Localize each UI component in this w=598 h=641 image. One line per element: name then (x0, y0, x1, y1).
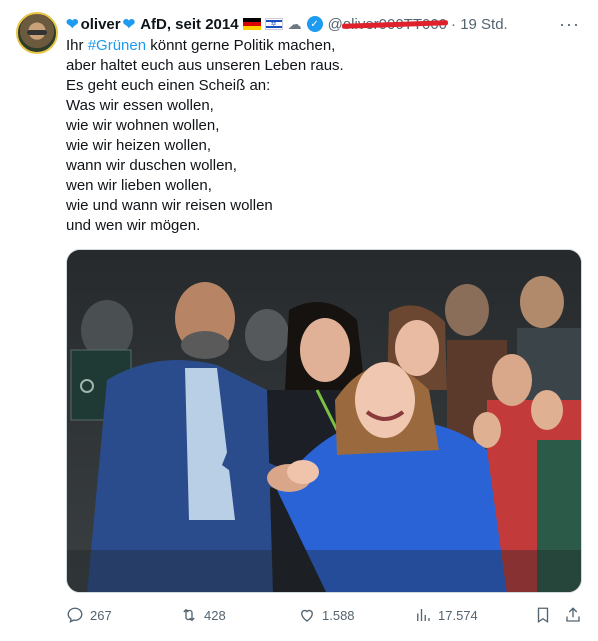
author-name[interactable]: ❤ oliver ❤ AfD, seit 2014 (66, 15, 239, 34)
share-button[interactable] (564, 604, 582, 626)
reply-button[interactable]: 267 (66, 604, 112, 626)
germany-flag-icon (242, 18, 261, 30)
text-line: Was wir essen wollen, (66, 97, 214, 114)
like-icon (301, 609, 313, 622)
hashtag-link[interactable]: #Grünen (88, 37, 146, 54)
text-line: wen wir lieben wollen, (66, 177, 212, 194)
text-line: Es geht euch einen Scheiß an: (66, 77, 271, 94)
author-handle[interactable]: @oliver000TT000 (328, 16, 448, 33)
cloud-icon: ☁ (287, 15, 302, 32)
post-timestamp[interactable]: · 19 Std. (451, 16, 508, 33)
repost-icon (183, 608, 195, 622)
israel-flag-icon: ✡ (264, 18, 283, 30)
text-line: wie und wann wir reisen wollen (66, 197, 273, 214)
bookmark-icon (537, 607, 549, 624)
post-photo[interactable] (66, 249, 582, 593)
avatar[interactable] (16, 12, 58, 54)
text-line: wann wir duschen wollen, (66, 157, 237, 174)
tweet-header: ❤ oliver ❤ AfD, seit 2014 ✡ ☁ ✓ @oliver0… (66, 14, 582, 34)
text-line: und wen wir mögen. (66, 217, 201, 234)
reply-icon (67, 607, 83, 624)
views-button[interactable]: 17.574 (414, 604, 478, 626)
verified-badge-icon[interactable]: ✓ (306, 16, 323, 32)
bookmark-button[interactable] (534, 604, 552, 626)
views-icon (417, 609, 430, 621)
blue-heart-icon: ❤ (66, 16, 79, 33)
tweet-text: Ihr #Grünen könnt gerne Politik machen, … (66, 36, 566, 236)
blue-heart-icon: ❤ (122, 16, 136, 33)
text-line: Ihr #Grünen könnt gerne Politik machen, (66, 37, 336, 54)
share-icon (566, 607, 580, 622)
tweet[interactable]: ❤ oliver ❤ AfD, seit 2014 ✡ ☁ ✓ @oliver0… (0, 0, 598, 641)
repost-count: 428 (204, 607, 226, 623)
more-options-icon[interactable]: ··· (559, 14, 580, 35)
reply-count: 267 (90, 607, 112, 623)
text-line: aber haltet euch aus unseren Leben raus. (66, 57, 344, 74)
like-button[interactable]: 1.588 (298, 604, 355, 626)
repost-button[interactable]: 428 (180, 604, 226, 626)
photo-illustration (67, 250, 581, 592)
action-bar: 267 428 1.588 17.574 (66, 604, 582, 626)
text-line: wie wir wohnen wollen, (66, 117, 220, 134)
text-line: wie wir heizen wollen, (66, 137, 212, 154)
like-count: 1.588 (322, 607, 355, 623)
views-count: 17.574 (438, 607, 478, 623)
